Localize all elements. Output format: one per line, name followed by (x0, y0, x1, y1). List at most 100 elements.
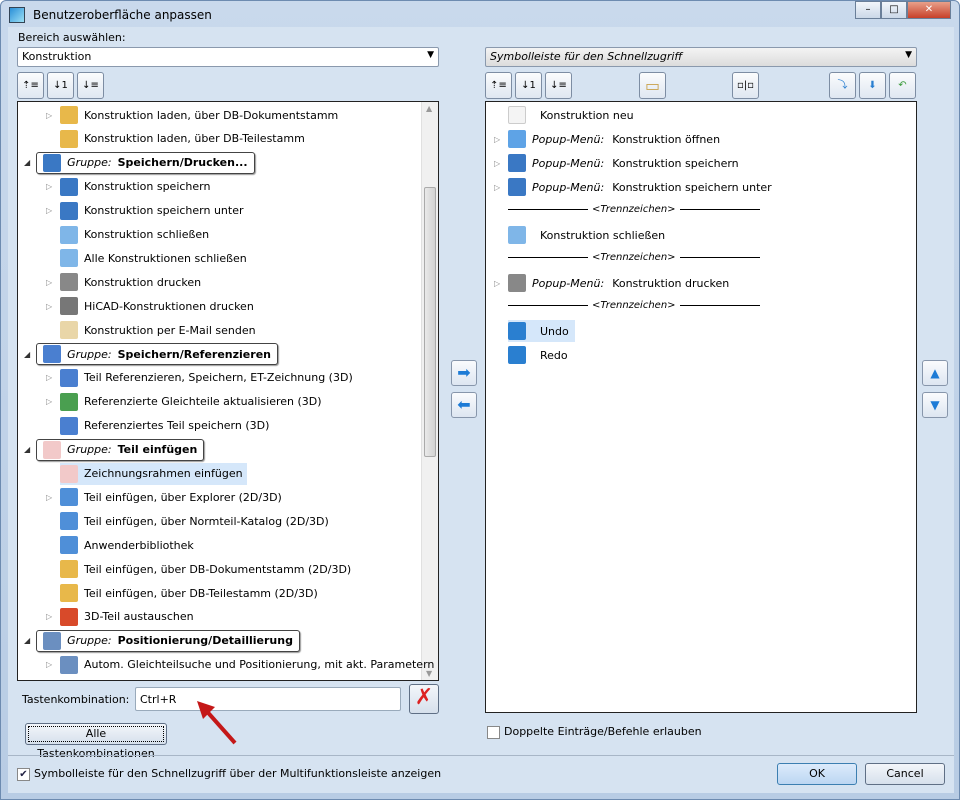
expand-triangle-icon[interactable]: ▷ (46, 302, 52, 311)
tree-item[interactable]: ▷ HiCAD-Konstruktionen drucken (46, 295, 254, 317)
expand-triangle-icon[interactable]: ▷ (494, 183, 500, 192)
toolbar-item[interactable]: Konstruktion neu (508, 104, 634, 126)
tree-group[interactable]: ◢ Gruppe: Speichern/Drucken... (24, 151, 255, 174)
remove-from-toolbar-button[interactable]: ⬅ (451, 392, 477, 418)
area-select[interactable]: Konstruktion ▼ (17, 47, 439, 67)
expand-all-right-button[interactable]: ↓≡ (545, 72, 572, 99)
allow-duplicates-checkbox[interactable]: Doppelte Einträge/Befehle erlauben (487, 725, 702, 739)
toolbar-items-tree[interactable]: Konstruktion neu ▷ Popup-Menü: Konstruktion… (485, 101, 917, 713)
tree-group[interactable]: ◢ Gruppe: Speichern/Referenzieren (24, 343, 278, 365)
tree-item[interactable]: ▷ Teil einfügen, über Explorer (2D/3D) (46, 486, 282, 508)
tree-item[interactable]: ▷ Referenzierte Gleichteile aktualisieren… (46, 391, 322, 413)
expand-triangle-icon[interactable]: ▷ (494, 159, 500, 168)
toolbar-select[interactable]: Symbolleiste für den Schnellzugriff ▼ (485, 47, 917, 67)
clear-shortcut-button[interactable]: ✗ (409, 684, 439, 714)
expand-triangle-icon[interactable]: ▷ (46, 206, 52, 215)
expand-triangle-icon[interactable]: ▷ (494, 135, 500, 144)
group-name: Positionierung/Detaillierung (117, 634, 293, 648)
shortcut-input[interactable]: Ctrl+R (135, 687, 401, 711)
expand-triangle-icon[interactable]: ▷ (46, 660, 52, 669)
expand-triangle-icon[interactable]: ▷ (46, 373, 52, 382)
tree-item[interactable]: Konstruktion per E-Mail senden (60, 319, 256, 341)
arrow-left-icon: ⬅ (457, 395, 471, 414)
floppy-icon (60, 177, 78, 196)
popup-prefix: Popup-Menü: (532, 132, 605, 146)
triangle-down-icon: ▼ (930, 398, 940, 412)
floppy-pen-icon (60, 201, 78, 220)
printer-icon (60, 273, 78, 292)
tree-item[interactable]: ▷ Autom. Gleichteilsuche und Positionieru… (46, 654, 434, 676)
import-button[interactable]: ⤵ (829, 72, 856, 99)
separator-item[interactable]: <Trennzeichen> (508, 300, 760, 311)
tree-item[interactable]: Konstruktion laden, über DB-Teilestamm (60, 128, 305, 150)
tree-item[interactable]: ▷ Teil Referenzieren, Speichern, ET-Zeich… (46, 367, 353, 389)
tree-item-label: Konstruktion schließen (84, 228, 210, 241)
separator-item[interactable]: <Trennzeichen> (508, 252, 760, 263)
tree-group[interactable]: ◢ Gruppe: Teil einfügen (24, 438, 205, 461)
positioning-icon (43, 631, 62, 650)
tree-item[interactable]: ▷ Konstruktion drucken (46, 271, 201, 293)
tree-item[interactable]: ▷ 3D-Teil austauschen (46, 606, 194, 628)
tree-item[interactable]: ▷ Konstruktion speichern unter (46, 200, 244, 222)
expand-triangle-icon[interactable]: ▷ (46, 397, 52, 406)
expand-one-level-button[interactable]: ↓1 (47, 72, 74, 99)
toolbar-item[interactable]: ▷ Popup-Menü: Konstruktion speichern (494, 152, 739, 174)
toolbar-item[interactable]: ▷ Popup-Menü: Konstruktion drucken (494, 272, 730, 294)
all-shortcuts-button[interactable]: Alle Tastenkombinationen (25, 723, 167, 760)
toolbar-item[interactable]: Undo (508, 320, 575, 342)
collapse-triangle-icon[interactable]: ◢ (24, 350, 30, 359)
new-popup-folder-button[interactable]: ▭ (639, 72, 666, 99)
collapse-triangle-icon[interactable]: ◢ (24, 636, 30, 645)
expand-triangle-icon[interactable]: ▷ (46, 612, 52, 621)
tree-item[interactable]: Konstruktion schließen (60, 224, 209, 246)
collapse-all-right-button[interactable]: ⇡≡ (485, 72, 512, 99)
move-down-button[interactable]: ▼ (922, 392, 948, 418)
tree-item[interactable]: Zeichnungsrahmen einfügen (60, 462, 247, 485)
minimize-button[interactable]: – (855, 1, 881, 19)
vertical-scrollbar[interactable]: ▲ ▼ (421, 102, 438, 680)
tree-item[interactable]: Teil einfügen, über DB-Teilestamm (2D/3D… (60, 582, 318, 604)
ok-button[interactable]: OK (777, 763, 857, 785)
tree-item[interactable]: Anwenderbibliothek (60, 534, 194, 556)
close-button[interactable]: ✕ (907, 1, 951, 19)
delete-x-icon: ✗ (414, 685, 434, 710)
expand-triangle-icon[interactable]: ▷ (46, 278, 52, 287)
command-tree[interactable]: ▲ ▼ ▷ Konstruktion laden, über DB-Dokument… (17, 101, 439, 681)
expand-triangle-icon[interactable]: ▷ (46, 111, 52, 120)
checkbox-unchecked[interactable] (487, 725, 500, 739)
collapse-triangle-icon[interactable]: ◢ (24, 445, 30, 454)
tree-item[interactable]: Alle Konstruktionen schließen (60, 247, 247, 269)
tree-item[interactable]: ▷ Konstruktion laden, über DB-Dokumentsta… (46, 104, 338, 126)
export-button[interactable]: ⬇ (859, 72, 886, 99)
expand-triangle-icon[interactable]: ▷ (494, 279, 500, 288)
collapse-all-button[interactable]: ⇡≡ (17, 72, 44, 99)
tree-group[interactable]: ◢ Gruppe: Positionierung/Detaillierung (24, 629, 300, 652)
group-label: Gruppe: Teil einfügen (36, 438, 205, 461)
floppy-pen-icon (508, 178, 526, 196)
maximize-button[interactable]: □ (881, 1, 907, 19)
reset-button[interactable]: ↶ (889, 72, 916, 99)
collapse-triangle-icon[interactable]: ◢ (24, 158, 30, 167)
move-up-button[interactable]: ▲ (922, 360, 948, 386)
toolbar-item-label: Konstruktion drucken (612, 276, 730, 290)
expand-all-button[interactable]: ↓≡ (77, 72, 104, 99)
tree-item-label: Konstruktion speichern (84, 180, 211, 194)
toolbar-item[interactable]: ▷ Popup-Menü: Konstruktion öffnen (494, 128, 720, 150)
tree-item[interactable]: ▷ Konstruktion speichern (46, 176, 211, 198)
expand-one-level-right-button[interactable]: ↓1 (515, 72, 542, 99)
show-qat-checkbox[interactable]: ✔ Symbolleiste für den Schnellzugriff übe… (17, 767, 441, 781)
checkbox-checked[interactable]: ✔ (17, 767, 30, 781)
separator-item[interactable]: <Trennzeichen> (508, 204, 760, 215)
tree-item[interactable]: Referenziertes Teil speichern (3D) (60, 415, 269, 437)
scrollbar-thumb[interactable] (424, 187, 436, 457)
expand-triangle-icon[interactable]: ▷ (46, 493, 52, 502)
tree-item[interactable]: Teil einfügen, über Normteil-Katalog (2D… (60, 510, 329, 532)
toolbar-item[interactable]: ▷ Popup-Menü: Konstruktion speichern unter (494, 176, 772, 198)
add-to-toolbar-button[interactable]: ➡ (451, 360, 477, 386)
tree-item[interactable]: Teil einfügen, über DB-Dokumentstamm (2D… (60, 558, 351, 580)
insert-separator-button[interactable]: ▫|▫ (732, 72, 759, 99)
expand-triangle-icon[interactable]: ▷ (46, 182, 52, 191)
toolbar-item[interactable]: Konstruktion schließen (508, 224, 665, 246)
cancel-button[interactable]: Cancel (865, 763, 945, 785)
toolbar-item[interactable]: Redo (508, 344, 568, 366)
